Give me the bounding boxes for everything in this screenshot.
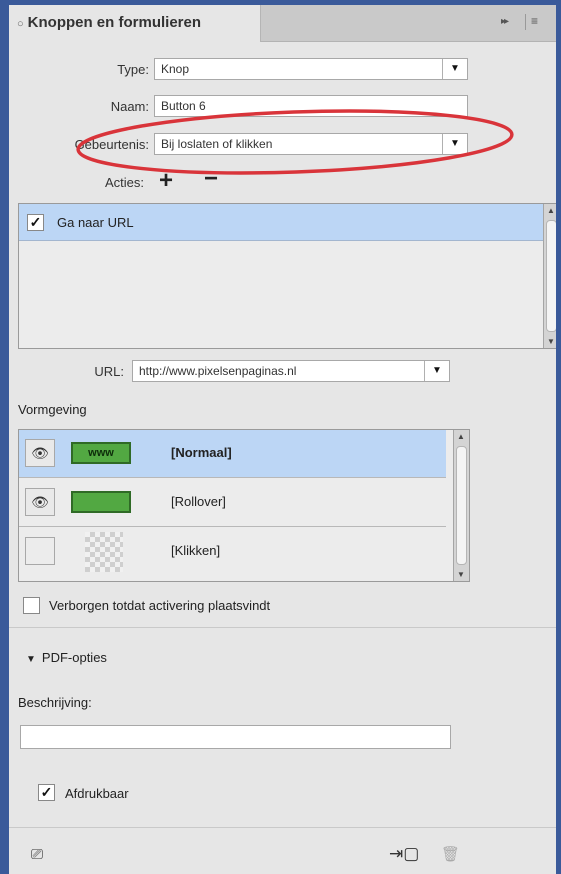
- appearance-heading: Vormgeving: [18, 402, 87, 417]
- pdf-options-toggle[interactable]: ▼ PDF-opties: [26, 650, 107, 665]
- state-name: [Normaal]: [171, 445, 232, 460]
- scroll-down-icon[interactable]: ▼: [547, 337, 555, 346]
- url-input[interactable]: http://www.pixelsenpaginas.nl ▼: [132, 360, 450, 382]
- appearance-states-list[interactable]: 👁 www [Normaal] 👁 [Rollover] [Klikken] ▲…: [18, 429, 470, 582]
- preview-icon[interactable]: ⎚: [31, 846, 43, 863]
- action-enabled-checkbox[interactable]: ✓: [27, 214, 44, 231]
- eye-icon[interactable]: 👁: [25, 488, 55, 516]
- type-select-value: Knop: [161, 62, 190, 76]
- section-divider: [9, 627, 556, 628]
- state-name: [Rollover]: [171, 494, 226, 509]
- type-label: Type:: [117, 62, 149, 77]
- states-list-scrollbar[interactable]: ▲ ▼: [453, 430, 469, 581]
- hidden-until-triggered-checkbox[interactable]: [23, 597, 40, 614]
- state-row-click[interactable]: [Klikken]: [19, 528, 446, 576]
- eye-toggle-empty[interactable]: [25, 537, 55, 565]
- actions-list-scrollbar[interactable]: ▲ ▼: [543, 204, 556, 348]
- collapse-panel-icon[interactable]: ▸▸: [501, 16, 509, 27]
- buttons-and-forms-panel: ○ Knoppen en formulieren ▸▸ ≡ Type: Knop …: [9, 5, 556, 874]
- tab-buttons-and-forms[interactable]: ○ Knoppen en formulieren: [9, 5, 261, 42]
- scroll-up-icon[interactable]: ▲: [547, 206, 555, 215]
- add-action-icon[interactable]: +: [159, 169, 173, 193]
- printable-label: Afdrukbaar: [65, 786, 129, 801]
- scroll-thumb[interactable]: [546, 220, 556, 332]
- action-label: Ga naar URL: [57, 215, 134, 230]
- state-thumbnail-empty: [85, 532, 123, 572]
- description-input[interactable]: [20, 725, 451, 749]
- pdf-options-heading: PDF-opties: [41, 650, 107, 665]
- url-label: URL:: [94, 364, 124, 379]
- state-thumbnail: [71, 491, 131, 513]
- state-row-normal[interactable]: 👁 www [Normaal]: [19, 430, 446, 478]
- scroll-up-icon[interactable]: ▲: [457, 432, 465, 441]
- scroll-down-icon[interactable]: ▼: [457, 570, 465, 579]
- state-thumbnail: www: [71, 442, 131, 464]
- state-name: [Klikken]: [171, 543, 221, 558]
- list-item[interactable]: ✓ Ga naar URL: [19, 204, 544, 241]
- actions-label: Acties:: [104, 175, 144, 190]
- scroll-thumb[interactable]: [456, 446, 467, 565]
- type-select[interactable]: Knop ▼: [154, 58, 468, 80]
- description-label: Beschrijving:: [18, 695, 92, 710]
- disclosure-triangle-icon: ▼: [26, 654, 36, 665]
- highlight-ring: [76, 109, 514, 175]
- eye-icon[interactable]: 👁: [25, 439, 55, 467]
- chevron-down-icon: ▼: [424, 361, 449, 381]
- hidden-until-triggered-label: Verborgen totdat activering plaatsvindt: [49, 598, 271, 613]
- url-value: http://www.pixelsenpaginas.nl: [139, 364, 297, 378]
- close-panel-icon[interactable]: ○: [17, 18, 24, 30]
- panel-tab-bar: ○ Knoppen en formulieren ▸▸ ≡: [9, 5, 556, 42]
- footer-divider: [9, 827, 556, 828]
- chevron-down-icon: ▼: [442, 59, 467, 79]
- convert-to-button-icon[interactable]: ⇥▢: [389, 844, 419, 864]
- trash-icon[interactable]: 🗑: [441, 845, 460, 863]
- tab-title: Knoppen en formulieren: [27, 14, 201, 31]
- actions-list[interactable]: ✓ Ga naar URL ▲ ▼: [18, 203, 556, 349]
- state-row-rollover[interactable]: 👁 [Rollover]: [19, 479, 446, 527]
- printable-checkbox[interactable]: ✓: [38, 784, 55, 801]
- panel-menu-icon[interactable]: ≡: [524, 14, 538, 30]
- remove-action-icon[interactable]: −: [204, 167, 218, 191]
